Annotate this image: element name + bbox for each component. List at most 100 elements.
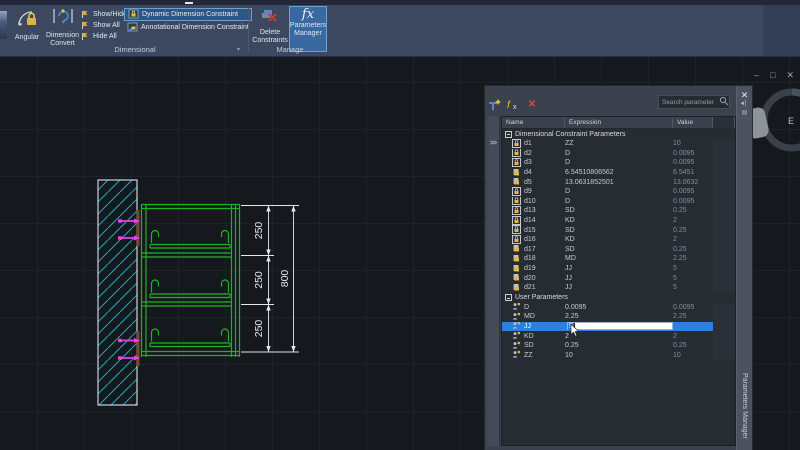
properties-icon[interactable]: ▤	[737, 109, 752, 118]
column-header-stub	[713, 117, 735, 128]
row-stub	[713, 303, 735, 313]
dimension-constraint-icon	[512, 216, 521, 226]
parameter-row[interactable]: d14KD2	[502, 216, 735, 226]
parameter-row[interactable]: d21JJ5	[502, 283, 735, 293]
dimension-convert-button[interactable]: Dimension Convert	[45, 7, 80, 49]
row-stub	[713, 197, 735, 207]
parameter-row[interactable]: d13SD0.25	[502, 206, 735, 216]
cell-text: 10	[565, 352, 573, 359]
new-parameter-icon[interactable]	[487, 97, 501, 111]
clipped-tool-icon	[0, 11, 7, 39]
expand-filters-button[interactable]: >>	[487, 140, 499, 147]
parameter-row[interactable]: d2D0.0095	[502, 149, 735, 159]
cell-text: d5	[524, 179, 532, 186]
palette-filter-gutter: >>	[487, 116, 500, 446]
parameter-row[interactable]: d46.545108065626.5451	[502, 168, 735, 178]
cell-text: SD	[565, 246, 575, 253]
parameter-row[interactable]: D0.00950.0095	[502, 303, 735, 313]
minimize-icon[interactable]: –	[754, 70, 759, 80]
dynamic-dimension-constraint-toggle[interactable]: Dynamic Dimension Constraint	[124, 8, 252, 21]
column-header-name[interactable]: Name	[502, 117, 565, 128]
dimension-annotations[interactable]: 250 250 250 800	[241, 206, 299, 353]
parameter-row[interactable]: ZZ1010	[502, 350, 735, 360]
cell-text: D	[565, 159, 570, 166]
parameter-row[interactable]: KD22	[502, 331, 735, 341]
annotational-constraint-label: Annotational Dimension Constraint	[141, 24, 249, 31]
parameter-row[interactable]: d1ZZ10	[502, 139, 735, 149]
delete-parameter-icon[interactable]: ✕	[525, 97, 539, 111]
panel-launcher-icon[interactable]: ▾	[237, 46, 240, 53]
user-parameter-icon	[512, 350, 521, 360]
row-stub	[713, 235, 735, 245]
palette-close-icon[interactable]: ✕	[737, 90, 752, 100]
search-input[interactable]	[659, 99, 719, 106]
cell-text: 0.25	[565, 342, 579, 349]
drawing-viewport[interactable]: 250 250 250 800	[90, 170, 310, 420]
bracket-structure[interactable]	[141, 204, 240, 357]
parameter-row[interactable]: d513.063185250113.0632	[502, 177, 735, 187]
annotational-dimension-constraint-toggle[interactable]: Annotational Dimension Constraint	[124, 21, 252, 34]
cell-text: d14	[524, 217, 536, 224]
cell-text: 2	[565, 333, 569, 340]
wall-section[interactable]	[98, 180, 140, 405]
search-icon[interactable]	[719, 93, 729, 111]
drawing-canvas[interactable]: – □ ✕ E	[0, 57, 800, 450]
collapse-icon[interactable]	[505, 131, 512, 138]
cell-text: d21	[524, 284, 536, 291]
cell-text: 2	[673, 333, 677, 340]
cell-text: d10	[524, 198, 536, 205]
cell-text: d19	[524, 265, 536, 272]
cell-text: 2.25	[673, 313, 687, 320]
cell-text: SD	[524, 342, 534, 349]
parameter-row[interactable]: d3D0.0095	[502, 158, 735, 168]
parameter-row[interactable]: d17SD0.25	[502, 245, 735, 255]
dimension-constraint-icon	[512, 225, 521, 235]
cell-text: 0.0095	[673, 304, 694, 311]
parameter-row[interactable]: d15SD0.25	[502, 225, 735, 235]
angular-constraint-button[interactable]: Angular	[10, 7, 44, 49]
angular-label: Angular	[15, 34, 39, 42]
cell-text: JJ	[565, 275, 572, 282]
cell-text: 0.25	[673, 207, 687, 214]
svg-text:f: f	[507, 100, 511, 111]
parameter-row[interactable]: SD0.250.25	[502, 341, 735, 351]
constraint-mode-toggles: Dynamic Dimension Constraint Annotationa…	[124, 8, 252, 34]
dimension-label-800: 800	[279, 270, 291, 288]
parameter-row[interactable]: d18MD2.25	[502, 254, 735, 264]
restore-icon[interactable]: □	[770, 70, 775, 80]
dimension-constraint-icon	[512, 273, 521, 283]
cell-text: 5	[673, 265, 677, 272]
row-stub	[713, 168, 735, 178]
parameter-row[interactable]: d9D0.0095	[502, 187, 735, 197]
parameter-row[interactable]: d16KD2	[502, 235, 735, 245]
column-header-expression[interactable]: Expression	[565, 117, 673, 128]
parameter-group-row[interactable]: User Parameters	[502, 293, 735, 303]
parameters-manager-label-1: Parameters	[290, 22, 326, 30]
close-icon[interactable]: ✕	[786, 70, 794, 80]
expression-fx-icon[interactable]: fx	[506, 97, 520, 111]
parameter-row[interactable]: d20JJ5	[502, 273, 735, 283]
user-parameter-icon	[512, 331, 521, 341]
cell-text: 13.0631852501	[565, 179, 614, 186]
cell-text: 2	[673, 236, 677, 243]
expression-edit-box[interactable]: 5	[567, 322, 673, 330]
hide-all-button[interactable]: Hide All	[81, 31, 127, 42]
delete-constraints-label-2: Constraints	[252, 37, 287, 45]
parameter-row[interactable]: d10D0.0095	[502, 197, 735, 207]
parameter-row[interactable]: JJ5	[502, 322, 735, 332]
cell-text: d4	[524, 169, 532, 176]
parameter-row[interactable]: d19JJ5	[502, 264, 735, 274]
parameter-row[interactable]: MD2.252.25	[502, 312, 735, 322]
auto-hide-icon[interactable]: ◄▏	[737, 100, 752, 109]
parameter-group-row[interactable]: Dimensional Constraint Parameters	[502, 129, 735, 139]
row-stub	[713, 350, 735, 360]
user-parameter-icon	[512, 303, 521, 313]
column-header-value[interactable]: Value	[673, 117, 713, 128]
collapse-icon[interactable]	[505, 294, 512, 301]
cell-text: KD	[565, 236, 575, 243]
angular-icon	[15, 7, 39, 34]
dimension-convert-icon	[51, 7, 75, 32]
dimension-constraint-icon	[512, 187, 521, 197]
dimension-convert-label-1: Dimension	[46, 32, 79, 40]
dimension-constraint-icon	[512, 139, 521, 149]
